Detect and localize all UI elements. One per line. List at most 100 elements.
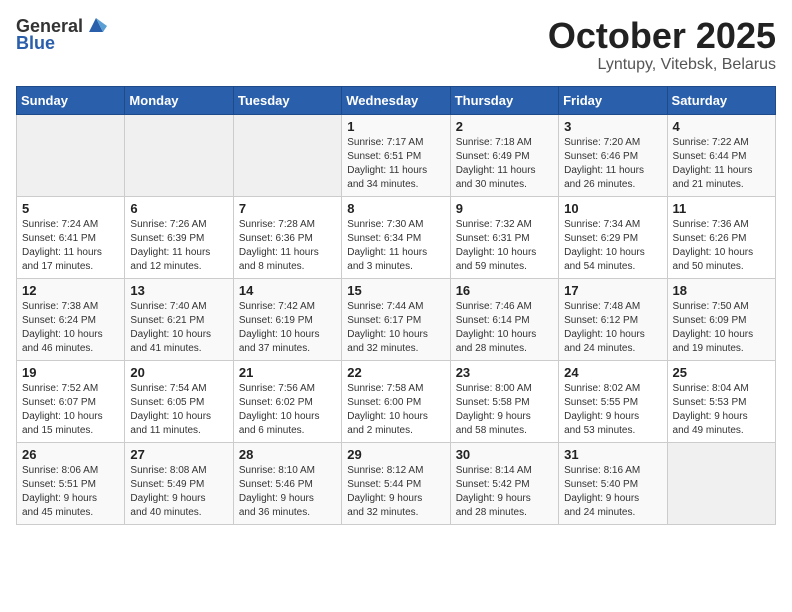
week-row-3: 12Sunrise: 7:38 AM Sunset: 6:24 PM Dayli… <box>17 278 776 360</box>
day-number: 3 <box>564 119 661 134</box>
day-info: Sunrise: 7:54 AM Sunset: 6:05 PM Dayligh… <box>130 382 227 438</box>
day-number: 5 <box>22 201 119 216</box>
day-number: 11 <box>673 201 770 216</box>
weekday-header-thursday: Thursday <box>450 86 558 114</box>
location-text: Lyntupy, Vitebsk, Belarus <box>548 56 776 74</box>
calendar-cell: 24 Sunrise: 8:02 AM Sunset: 5:55 PM Dayli… <box>559 360 667 442</box>
day-number: 25 <box>673 365 770 380</box>
day-info: Sunrise: 7:50 AM Sunset: 6:09 PM Dayligh… <box>673 300 770 356</box>
day-info: Sunrise: 7:38 AM Sunset: 6:24 PM Dayligh… <box>22 300 119 356</box>
calendar-cell: 5 Sunrise: 7:24 AM Sunset: 6:41 PM Daylig… <box>17 196 125 278</box>
day-info: Sunrise: 7:56 AM Sunset: 6:02 PM Dayligh… <box>239 382 336 438</box>
day-number: 28 <box>239 447 336 462</box>
day-info: Sunrise: 7:22 AM Sunset: 6:44 PM Dayligh… <box>673 136 770 192</box>
page-header: General Blue October 2025 Lyntupy, Viteb… <box>16 16 776 74</box>
day-number: 6 <box>130 201 227 216</box>
day-number: 8 <box>347 201 444 216</box>
day-number: 27 <box>130 447 227 462</box>
calendar-cell <box>667 442 775 524</box>
calendar-cell: 30 Sunrise: 8:14 AM Sunset: 5:42 PM Dayli… <box>450 442 558 524</box>
day-info: Sunrise: 7:34 AM Sunset: 6:29 PM Dayligh… <box>564 218 661 274</box>
day-info: Sunrise: 7:58 AM Sunset: 6:00 PM Dayligh… <box>347 382 444 438</box>
day-info: Sunrise: 8:06 AM Sunset: 5:51 PM Dayligh… <box>22 464 119 520</box>
calendar-cell: 31 Sunrise: 8:16 AM Sunset: 5:40 PM Dayli… <box>559 442 667 524</box>
day-info: Sunrise: 7:42 AM Sunset: 6:19 PM Dayligh… <box>239 300 336 356</box>
day-number: 1 <box>347 119 444 134</box>
logo: General Blue <box>16 16 107 54</box>
day-number: 22 <box>347 365 444 380</box>
day-info: Sunrise: 7:18 AM Sunset: 6:49 PM Dayligh… <box>456 136 553 192</box>
day-number: 9 <box>456 201 553 216</box>
weekday-header-saturday: Saturday <box>667 86 775 114</box>
week-row-2: 5 Sunrise: 7:24 AM Sunset: 6:41 PM Daylig… <box>17 196 776 278</box>
day-number: 19 <box>22 365 119 380</box>
logo-icon <box>85 14 107 36</box>
day-info: Sunrise: 7:20 AM Sunset: 6:46 PM Dayligh… <box>564 136 661 192</box>
day-number: 15 <box>347 283 444 298</box>
calendar-table: SundayMondayTuesdayWednesdayThursdayFrid… <box>16 86 776 525</box>
day-info: Sunrise: 8:12 AM Sunset: 5:44 PM Dayligh… <box>347 464 444 520</box>
day-number: 21 <box>239 365 336 380</box>
weekday-header-friday: Friday <box>559 86 667 114</box>
day-info: Sunrise: 8:14 AM Sunset: 5:42 PM Dayligh… <box>456 464 553 520</box>
calendar-cell: 15Sunrise: 7:44 AM Sunset: 6:17 PM Dayli… <box>342 278 450 360</box>
day-info: Sunrise: 8:16 AM Sunset: 5:40 PM Dayligh… <box>564 464 661 520</box>
calendar-cell: 2 Sunrise: 7:18 AM Sunset: 6:49 PM Daylig… <box>450 114 558 196</box>
calendar-cell: 4Sunrise: 7:22 AM Sunset: 6:44 PM Daylig… <box>667 114 775 196</box>
calendar-cell: 1 Sunrise: 7:17 AM Sunset: 6:51 PM Daylig… <box>342 114 450 196</box>
day-number: 10 <box>564 201 661 216</box>
calendar-cell: 18 Sunrise: 7:50 AM Sunset: 6:09 PM Dayli… <box>667 278 775 360</box>
calendar-cell: 16Sunrise: 7:46 AM Sunset: 6:14 PM Dayli… <box>450 278 558 360</box>
day-number: 17 <box>564 283 661 298</box>
month-title: October 2025 <box>548 16 776 56</box>
weekday-header-sunday: Sunday <box>17 86 125 114</box>
calendar-cell: 26Sunrise: 8:06 AM Sunset: 5:51 PM Dayli… <box>17 442 125 524</box>
calendar-cell: 17Sunrise: 7:48 AM Sunset: 6:12 PM Dayli… <box>559 278 667 360</box>
calendar-cell <box>125 114 233 196</box>
day-info: Sunrise: 8:04 AM Sunset: 5:53 PM Dayligh… <box>673 382 770 438</box>
calendar-cell: 28 Sunrise: 8:10 AM Sunset: 5:46 PM Dayli… <box>233 442 341 524</box>
day-number: 7 <box>239 201 336 216</box>
calendar-cell: 22 Sunrise: 7:58 AM Sunset: 6:00 PM Dayli… <box>342 360 450 442</box>
weekday-header-row: SundayMondayTuesdayWednesdayThursdayFrid… <box>17 86 776 114</box>
day-info: Sunrise: 7:28 AM Sunset: 6:36 PM Dayligh… <box>239 218 336 274</box>
day-info: Sunrise: 7:36 AM Sunset: 6:26 PM Dayligh… <box>673 218 770 274</box>
title-block: October 2025 Lyntupy, Vitebsk, Belarus <box>548 16 776 74</box>
day-number: 29 <box>347 447 444 462</box>
calendar-cell: 21 Sunrise: 7:56 AM Sunset: 6:02 PM Dayli… <box>233 360 341 442</box>
day-info: Sunrise: 8:08 AM Sunset: 5:49 PM Dayligh… <box>130 464 227 520</box>
calendar-cell: 19 Sunrise: 7:52 AM Sunset: 6:07 PM Dayli… <box>17 360 125 442</box>
day-number: 16 <box>456 283 553 298</box>
calendar-cell: 27 Sunrise: 8:08 AM Sunset: 5:49 PM Dayli… <box>125 442 233 524</box>
day-number: 20 <box>130 365 227 380</box>
calendar-cell: 20 Sunrise: 7:54 AM Sunset: 6:05 PM Dayli… <box>125 360 233 442</box>
day-info: Sunrise: 7:24 AM Sunset: 6:41 PM Dayligh… <box>22 218 119 274</box>
day-info: Sunrise: 8:02 AM Sunset: 5:55 PM Dayligh… <box>564 382 661 438</box>
day-info: Sunrise: 7:17 AM Sunset: 6:51 PM Dayligh… <box>347 136 444 192</box>
calendar-cell <box>17 114 125 196</box>
day-info: Sunrise: 7:32 AM Sunset: 6:31 PM Dayligh… <box>456 218 553 274</box>
weekday-header-tuesday: Tuesday <box>233 86 341 114</box>
day-number: 23 <box>456 365 553 380</box>
calendar-cell: 14Sunrise: 7:42 AM Sunset: 6:19 PM Dayli… <box>233 278 341 360</box>
day-number: 18 <box>673 283 770 298</box>
calendar-cell: 9 Sunrise: 7:32 AM Sunset: 6:31 PM Daylig… <box>450 196 558 278</box>
day-info: Sunrise: 7:26 AM Sunset: 6:39 PM Dayligh… <box>130 218 227 274</box>
day-info: Sunrise: 8:10 AM Sunset: 5:46 PM Dayligh… <box>239 464 336 520</box>
week-row-4: 19 Sunrise: 7:52 AM Sunset: 6:07 PM Dayli… <box>17 360 776 442</box>
day-info: Sunrise: 7:30 AM Sunset: 6:34 PM Dayligh… <box>347 218 444 274</box>
calendar-cell: 29 Sunrise: 8:12 AM Sunset: 5:44 PM Dayli… <box>342 442 450 524</box>
day-info: Sunrise: 7:40 AM Sunset: 6:21 PM Dayligh… <box>130 300 227 356</box>
day-number: 31 <box>564 447 661 462</box>
day-number: 30 <box>456 447 553 462</box>
calendar-cell: 13Sunrise: 7:40 AM Sunset: 6:21 PM Dayli… <box>125 278 233 360</box>
day-number: 2 <box>456 119 553 134</box>
week-row-1: 1 Sunrise: 7:17 AM Sunset: 6:51 PM Daylig… <box>17 114 776 196</box>
calendar-cell <box>233 114 341 196</box>
weekday-header-monday: Monday <box>125 86 233 114</box>
weekday-header-wednesday: Wednesday <box>342 86 450 114</box>
day-info: Sunrise: 7:52 AM Sunset: 6:07 PM Dayligh… <box>22 382 119 438</box>
calendar-cell: 7 Sunrise: 7:28 AM Sunset: 6:36 PM Daylig… <box>233 196 341 278</box>
week-row-5: 26Sunrise: 8:06 AM Sunset: 5:51 PM Dayli… <box>17 442 776 524</box>
day-number: 24 <box>564 365 661 380</box>
